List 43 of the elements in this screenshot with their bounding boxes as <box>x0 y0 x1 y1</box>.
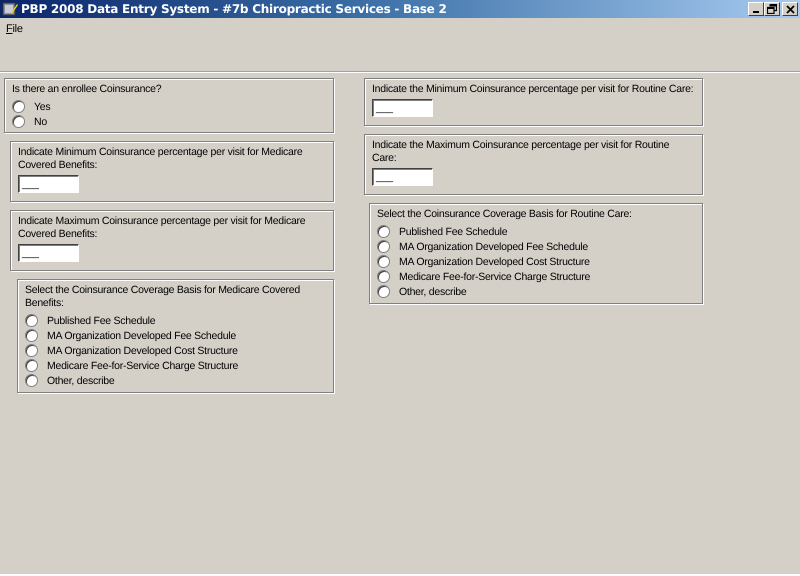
percentage-field[interactable]: ___ <box>372 168 433 186</box>
app-icon <box>2 1 18 17</box>
question-label: Is there an enrollee Coinsurance? <box>12 83 162 96</box>
radio-button[interactable] <box>25 329 38 342</box>
option-label: Other, describe <box>399 286 466 298</box>
radio-button[interactable] <box>377 285 390 298</box>
option-label: MA Organization Developed Fee Schedule <box>399 240 588 252</box>
question-label: Indicate the Maximum Coinsurance percentage per visit for Routine Care: <box>372 139 670 165</box>
window-title: PBP 2008 Data Entry System - #7b Chiropractic Services - Base 2 <box>21 2 447 16</box>
option-label: Published Fee Schedule <box>47 314 156 326</box>
option-label: Published Fee Schedule <box>399 226 508 238</box>
radio-button[interactable] <box>377 225 390 238</box>
restore-button[interactable] <box>764 2 780 16</box>
radio-button[interactable] <box>377 240 390 253</box>
percentage-field[interactable]: ___ <box>372 99 433 117</box>
radio-button[interactable] <box>25 314 38 327</box>
file-menu[interactable]: File <box>5 22 24 34</box>
question-label: Select the Coinsurance Coverage Basis for Routine Care: <box>377 208 633 221</box>
question-label: Indicate Minimum Coinsurance percentage per visit for Medicare Covered Benefits: <box>18 146 304 172</box>
minimize-button[interactable] <box>748 2 764 16</box>
radio-button[interactable] <box>377 255 390 268</box>
radio-button[interactable] <box>25 374 38 387</box>
option-label: MA Organization Developed Fee Schedule <box>47 330 236 342</box>
close-button[interactable] <box>782 2 798 16</box>
percentage-field[interactable]: ___ <box>18 175 79 193</box>
close-icon <box>786 4 794 14</box>
option-label: MA Organization Developed Cost Structure <box>399 256 590 268</box>
option-label: Yes <box>34 100 50 112</box>
restore-icon <box>767 4 777 14</box>
radio-button[interactable] <box>12 115 25 128</box>
option-label: Medicare Fee-for-Service Charge Structure <box>47 360 238 372</box>
question-label: Select the Coinsurance Coverage Basis for Medicare Covered Benefits: <box>25 284 301 310</box>
option-label: Medicare Fee-for-Service Charge Structure <box>399 270 590 282</box>
radio-button[interactable] <box>377 270 390 283</box>
option-label: No <box>34 116 47 128</box>
option-label: MA Organization Developed Cost Structure <box>47 344 238 356</box>
percentage-field[interactable]: ___ <box>18 244 79 262</box>
radio-button[interactable] <box>25 344 38 357</box>
radio-button[interactable] <box>25 359 38 372</box>
question-label: Indicate the Minimum Coinsurance percentage per visit for Routine Care: <box>372 83 694 96</box>
question-label: Indicate Maximum Coinsurance percentage per visit for Medicare Covered Benefits: <box>18 215 306 241</box>
radio-button[interactable] <box>12 100 25 113</box>
option-label: Other, describe <box>47 374 114 386</box>
